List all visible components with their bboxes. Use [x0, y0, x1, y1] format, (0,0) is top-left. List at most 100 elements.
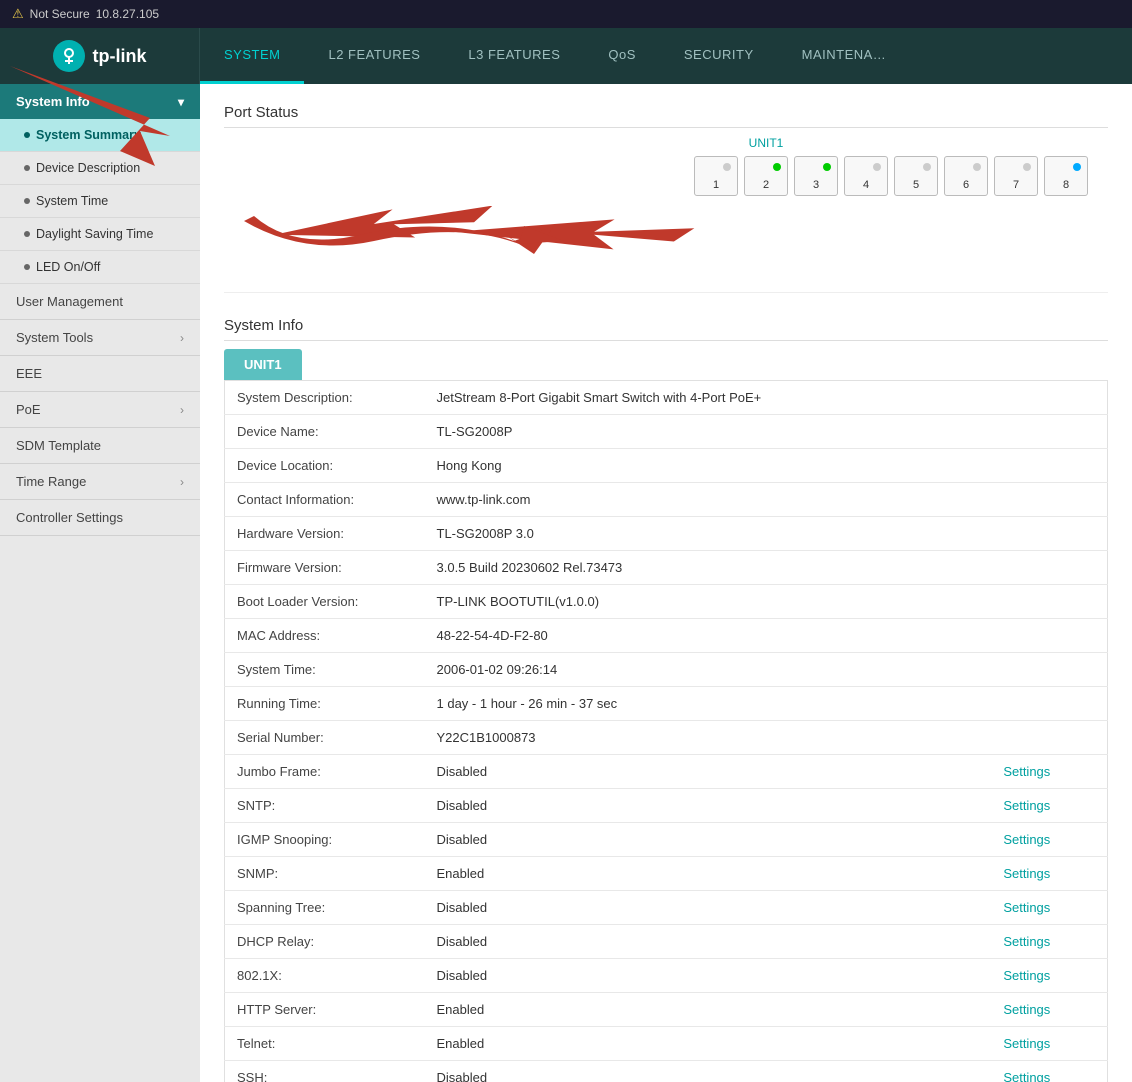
empty-cell	[991, 721, 1107, 755]
nav-item-system[interactable]: SYSTEM	[200, 28, 304, 84]
sidebar-item-device-description[interactable]: Device Description	[0, 152, 200, 185]
ports-row: 1 2 3 4	[224, 156, 1108, 196]
brand-logo: tp-link	[53, 40, 147, 72]
row-value: Disabled	[425, 891, 992, 925]
sidebar-item-system-tools[interactable]: System Tools ›	[0, 320, 200, 356]
sidebar-item-system-summary[interactable]: System Summary	[0, 119, 200, 152]
port-indicator-6	[973, 163, 981, 171]
main-content: Port Status UNIT1 1 2	[200, 84, 1132, 1082]
sidebar-item-daylight-saving[interactable]: Daylight Saving Time	[0, 218, 200, 251]
sidebar-item-sdm-template[interactable]: SDM Template	[0, 428, 200, 464]
sidebar-item-eee[interactable]: EEE	[0, 356, 200, 392]
sidebar-group-label: Controller Settings	[16, 510, 123, 525]
empty-cell	[991, 551, 1107, 585]
port-8[interactable]: 8	[1044, 156, 1088, 196]
sidebar-system-info-header[interactable]: System Info ▾	[0, 84, 200, 119]
row-value: Disabled	[425, 959, 992, 993]
settings-link-cell: Settings	[991, 993, 1107, 1027]
settings-link[interactable]: Settings	[1003, 764, 1050, 779]
port-status-section: Port Status UNIT1 1 2	[224, 104, 1108, 293]
sidebar-item-system-time[interactable]: System Time	[0, 185, 200, 218]
table-row: Device Location:Hong Kong	[225, 449, 1108, 483]
system-info-section: System Info UNIT1 System Description:Jet…	[224, 317, 1108, 1082]
settings-link[interactable]: Settings	[1003, 934, 1050, 949]
row-value: Enabled	[425, 993, 992, 1027]
row-value: Disabled	[425, 789, 992, 823]
system-info-table: System Description:JetStream 8-Port Giga…	[224, 380, 1108, 1082]
sidebar-group-label: System Tools	[16, 330, 93, 345]
empty-cell	[991, 687, 1107, 721]
port-number: 4	[863, 179, 869, 191]
settings-link[interactable]: Settings	[1003, 832, 1050, 847]
row-label: Running Time:	[225, 687, 425, 721]
sidebar-group-label: Time Range	[16, 474, 86, 489]
row-label: 802.1X:	[225, 959, 425, 993]
port-status-title: Port Status	[224, 104, 1108, 128]
chevron-down-icon: ▾	[178, 95, 184, 109]
chevron-right-icon: ›	[180, 331, 184, 345]
row-value: 3.0.5 Build 20230602 Rel.73473	[425, 551, 992, 585]
annotation-arrows	[224, 206, 1108, 276]
settings-link-cell: Settings	[991, 1061, 1107, 1082]
settings-link[interactable]: Settings	[1003, 1036, 1050, 1051]
brand: tp-link	[0, 28, 200, 84]
row-value: www.tp-link.com	[425, 483, 992, 517]
settings-link[interactable]: Settings	[1003, 866, 1050, 881]
empty-cell	[991, 449, 1107, 483]
row-value: JetStream 8-Port Gigabit Smart Switch wi…	[425, 381, 992, 415]
row-value: 48-22-54-4D-F2-80	[425, 619, 992, 653]
tp-link-logo-icon	[53, 40, 85, 72]
row-value: Y22C1B1000873	[425, 721, 992, 755]
row-value: Disabled	[425, 823, 992, 857]
table-row: System Description:JetStream 8-Port Giga…	[225, 381, 1108, 415]
sidebar-item-label: LED On/Off	[36, 260, 100, 274]
sidebar-item-label: Daylight Saving Time	[36, 227, 153, 241]
unit1-tab[interactable]: UNIT1	[224, 349, 302, 380]
row-label: Device Location:	[225, 449, 425, 483]
sidebar-group-label: SDM Template	[16, 438, 101, 453]
nav-item-l2[interactable]: L2 FEATURES	[304, 28, 444, 84]
settings-link[interactable]: Settings	[1003, 900, 1050, 915]
row-label: IGMP Snooping:	[225, 823, 425, 857]
table-row: Serial Number:Y22C1B1000873	[225, 721, 1108, 755]
port-number: 2	[763, 179, 769, 191]
settings-link-cell: Settings	[991, 789, 1107, 823]
port-number: 6	[963, 179, 969, 191]
settings-link[interactable]: Settings	[1003, 798, 1050, 813]
table-row: SSH:DisabledSettings	[225, 1061, 1108, 1082]
nav-item-l3[interactable]: L3 FEATURES	[444, 28, 584, 84]
row-label: SNTP:	[225, 789, 425, 823]
settings-link-cell: Settings	[991, 959, 1107, 993]
empty-cell	[991, 381, 1107, 415]
nav-item-maintena[interactable]: MAINTENA…	[778, 28, 911, 84]
table-row: Jumbo Frame:DisabledSettings	[225, 755, 1108, 789]
sidebar-item-user-management[interactable]: User Management	[0, 284, 200, 320]
table-row: HTTP Server:EnabledSettings	[225, 993, 1108, 1027]
top-bar: ⚠ Not Secure 10.8.27.105	[0, 0, 1132, 28]
table-row: Boot Loader Version:TP-LINK BOOTUTIL(v1.…	[225, 585, 1108, 619]
port-2[interactable]: 2	[744, 156, 788, 196]
port-7[interactable]: 7	[994, 156, 1038, 196]
settings-link[interactable]: Settings	[1003, 1002, 1050, 1017]
chevron-right-icon: ›	[180, 475, 184, 489]
port-1[interactable]: 1	[694, 156, 738, 196]
sidebar-item-poe[interactable]: PoE ›	[0, 392, 200, 428]
port-3[interactable]: 3	[794, 156, 838, 196]
row-value: 1 day - 1 hour - 26 min - 37 sec	[425, 687, 992, 721]
sidebar-item-controller-settings[interactable]: Controller Settings	[0, 500, 200, 536]
empty-cell	[991, 585, 1107, 619]
port-indicator-5	[923, 163, 931, 171]
port-4[interactable]: 4	[844, 156, 888, 196]
sidebar-item-led-onoff[interactable]: LED On/Off	[0, 251, 200, 284]
settings-link[interactable]: Settings	[1003, 968, 1050, 983]
nav-item-qos[interactable]: QoS	[584, 28, 660, 84]
port-6[interactable]: 6	[944, 156, 988, 196]
port-5[interactable]: 5	[894, 156, 938, 196]
row-value: TP-LINK BOOTUTIL(v1.0.0)	[425, 585, 992, 619]
table-row: Telnet:EnabledSettings	[225, 1027, 1108, 1061]
row-value: Disabled	[425, 925, 992, 959]
port-indicator-2	[773, 163, 781, 171]
nav-item-security[interactable]: SECURITY	[660, 28, 778, 84]
settings-link[interactable]: Settings	[1003, 1070, 1050, 1082]
sidebar-item-time-range[interactable]: Time Range ›	[0, 464, 200, 500]
